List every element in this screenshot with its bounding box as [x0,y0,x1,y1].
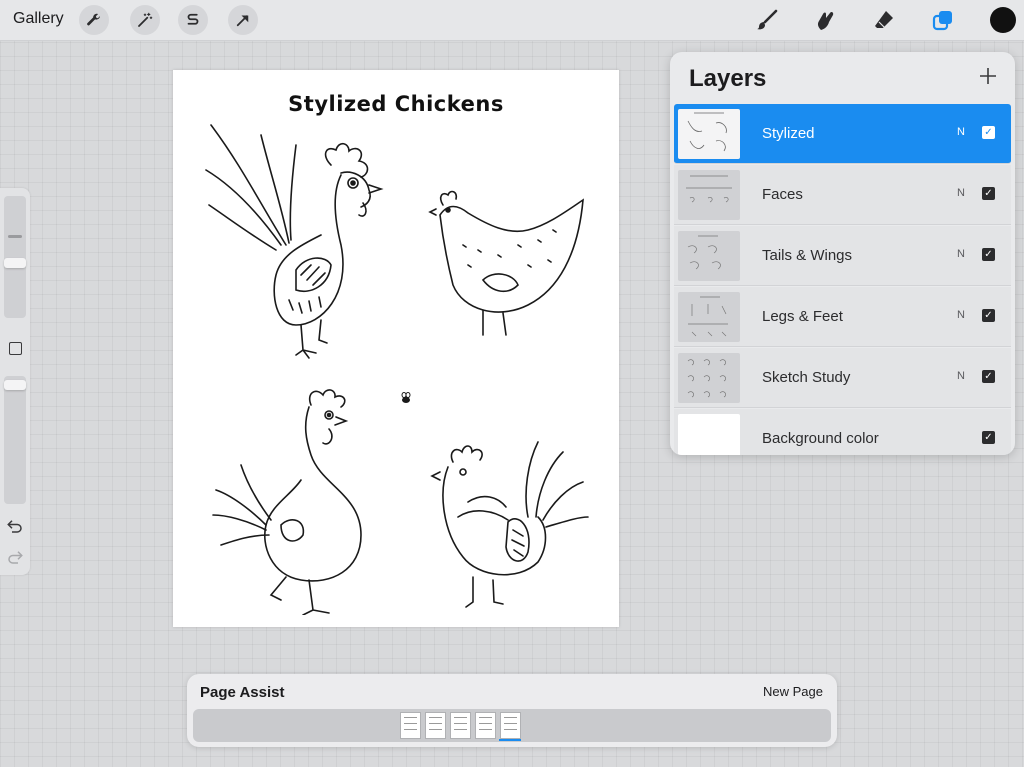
layer-thumbnail [678,231,740,281]
visibility-checkbox[interactable]: ✓ [982,187,995,200]
layers-icon[interactable] [928,5,958,35]
blend-mode-button[interactable]: N [957,309,965,321]
page-assist-title: Page Assist [200,684,285,701]
layers-panel: Layers Stylized N ✓ Faces N ✓ Tails & Wi… [670,52,1015,455]
drawing-canvas[interactable]: Stylized Chickens [173,70,619,627]
hen-drawing [428,190,584,336]
gallery-button[interactable]: Gallery [13,10,64,28]
layers-panel-title: Layers [689,65,767,92]
layer-thumbnail [678,109,740,159]
page-thumbnail[interactable] [400,712,421,739]
layer-thumbnail [678,292,740,342]
page-thumbnail-current[interactable] [500,712,521,739]
canvas-title: Stylized Chickens [288,92,504,116]
layer-name: Faces [762,186,803,203]
stylized-rooster-drawing [430,441,589,608]
layer-name: Stylized [762,125,815,142]
modify-square-icon[interactable] [9,342,22,355]
rooster-outline-drawing [212,389,362,615]
rooster-drawing [205,124,384,359]
visibility-checkbox[interactable]: ✓ [982,248,995,261]
brush-icon[interactable] [752,5,782,35]
left-sidebar [0,188,30,575]
layer-name: Tails & Wings [762,247,853,264]
blend-mode-button[interactable]: N [957,370,965,382]
layer-row-tails-wings[interactable]: Tails & Wings N ✓ [674,226,1011,286]
plus-icon[interactable] [978,66,998,86]
blend-mode-button[interactable]: N [957,187,965,199]
layer-name: Background color [762,430,879,447]
undo-icon[interactable] [6,517,24,535]
layer-thumbnail [678,353,740,403]
visibility-checkbox[interactable]: ✓ [982,431,995,444]
layer-thumbnail [678,170,740,220]
opacity-knob[interactable] [4,380,26,390]
blend-mode-button[interactable]: N [957,126,965,138]
wrench-icon[interactable] [79,5,109,35]
color-swatch[interactable] [990,7,1016,33]
layer-row-faces[interactable]: Faces N ✓ [674,165,1011,225]
page-thumbnail[interactable] [475,712,496,739]
page-thumbnail[interactable] [425,712,446,739]
layer-row-background-color[interactable]: Background color ✓ [674,409,1011,455]
blend-mode-button[interactable]: N [957,248,965,260]
visibility-checkbox[interactable]: ✓ [982,370,995,383]
visibility-checkbox[interactable]: ✓ [982,126,995,139]
page-thumbnail-strip [193,709,831,742]
page-assist-panel: Page Assist New Page [187,674,837,747]
brush-size-knob[interactable] [4,258,26,268]
eraser-icon[interactable] [869,5,899,35]
opacity-slider[interactable] [4,376,26,504]
layer-name: Legs & Feet [762,308,843,325]
transform-arrow-icon[interactable] [228,5,258,35]
page-thumbnail[interactable] [450,712,471,739]
brush-size-slider[interactable] [4,196,26,318]
layer-name: Sketch Study [762,369,851,386]
layer-row-sketch-study[interactable]: Sketch Study N ✓ [674,348,1011,408]
redo-icon[interactable] [6,548,24,566]
smudge-icon[interactable] [810,5,840,35]
layer-thumbnail [678,414,740,455]
current-page-indicator [499,739,521,741]
selection-s-icon[interactable] [178,5,208,35]
bee-doodle [401,392,411,403]
layer-row-legs-feet[interactable]: Legs & Feet N ✓ [674,287,1011,347]
layer-row-stylized[interactable]: Stylized N ✓ [674,104,1011,164]
visibility-checkbox[interactable]: ✓ [982,309,995,322]
magic-wand-icon[interactable] [130,5,160,35]
top-toolbar: Gallery [0,0,1024,41]
new-page-button[interactable]: New Page [763,684,823,699]
slider-grip [8,235,22,238]
